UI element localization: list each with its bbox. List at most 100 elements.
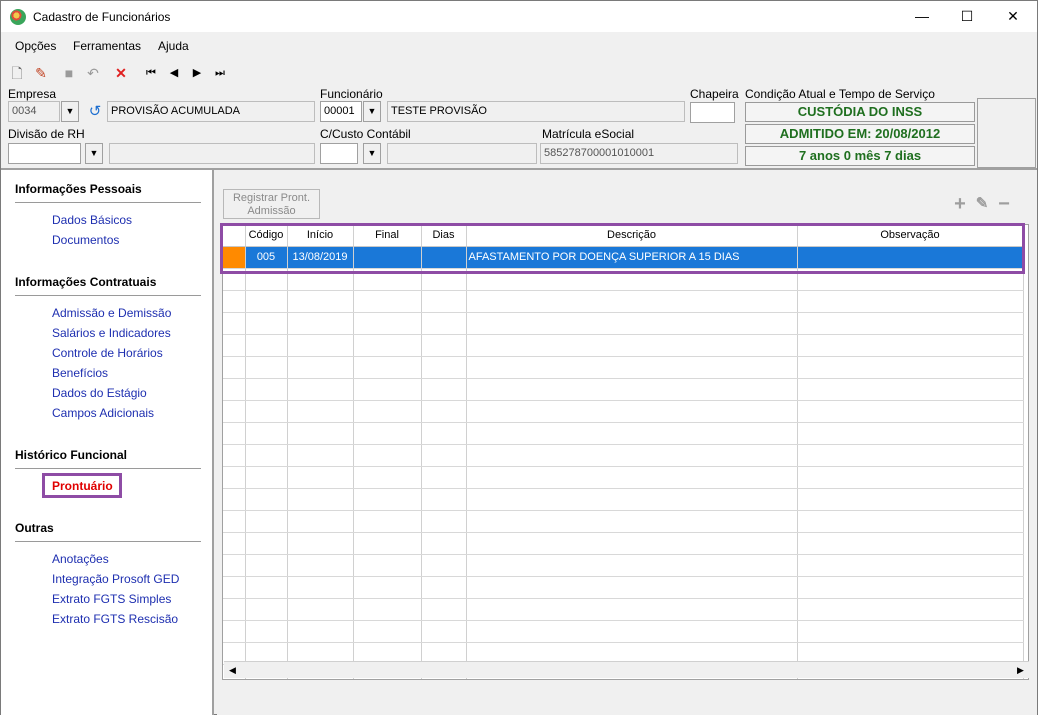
sidebar-item-dados-estagio[interactable]: Dados do Estágio <box>52 386 147 400</box>
empty-cell <box>421 290 467 313</box>
empty-cell <box>223 554 246 577</box>
empty-cell <box>287 598 354 621</box>
empty-cell <box>353 312 422 335</box>
register-prontuario-admissao-button[interactable]: Registrar Pront. Admissão <box>223 189 320 219</box>
matricula-label: Matrícula eSocial <box>542 127 635 141</box>
empty-cell <box>797 334 1024 357</box>
sidebar-item-dados-basicos[interactable]: Dados Básicos <box>52 213 132 227</box>
edit-icon[interactable]: ✎ <box>31 63 51 83</box>
maximize-button[interactable]: ☐ <box>944 1 990 32</box>
empty-row[interactable] <box>223 576 1024 599</box>
app-window: Cadastro de Funcionários — ☐ ✕ Opções Fe… <box>0 0 1038 715</box>
empty-row[interactable] <box>223 510 1024 533</box>
empty-cell <box>466 510 798 533</box>
empty-cell <box>287 312 354 335</box>
empty-cell <box>353 444 422 467</box>
empty-cell <box>466 378 798 401</box>
ccusto-field[interactable] <box>320 143 358 164</box>
sidebar-item-campos-adicionais[interactable]: Campos Adicionais <box>52 406 154 420</box>
empty-cell <box>797 312 1024 335</box>
empty-row[interactable] <box>223 532 1024 555</box>
empty-cell <box>797 290 1024 313</box>
menu-opcoes[interactable]: Opções <box>15 39 56 53</box>
previous-record-icon[interactable]: ◀ <box>164 63 184 83</box>
sidebar-item-salarios-indicadores[interactable]: Salários e Indicadores <box>52 326 171 340</box>
ccusto-label: C/Custo Contábil <box>320 127 411 141</box>
empty-cell <box>223 598 246 621</box>
empty-cell <box>466 598 798 621</box>
empty-cell <box>797 532 1024 555</box>
empty-cell <box>245 576 288 599</box>
close-button[interactable]: ✕ <box>990 1 1036 32</box>
funcionario-label: Funcionário <box>320 87 383 101</box>
funcionario-code-field[interactable]: 00001 <box>320 101 362 122</box>
empty-cell <box>223 334 246 357</box>
menu-ferramentas[interactable]: Ferramentas <box>73 39 141 53</box>
last-record-icon[interactable]: ⏭ <box>210 63 230 83</box>
empty-row[interactable] <box>223 400 1024 423</box>
sidebar-item-documentos[interactable]: Documentos <box>52 233 119 247</box>
menu-ajuda[interactable]: Ajuda <box>158 39 189 53</box>
sidebar-item-admissao-demissao[interactable]: Admissão e Demissão <box>52 306 171 320</box>
scroll-right-icon[interactable]: ▶ <box>1012 662 1029 679</box>
divisao-field[interactable] <box>8 143 81 164</box>
ccusto-dropdown-button[interactable]: ▼ <box>363 143 381 164</box>
empty-cell <box>466 312 798 335</box>
sidebar-item-integracao-ged[interactable]: Integração Prosoft GED <box>52 572 179 586</box>
horizontal-scrollbar[interactable]: ◀ ▶ <box>224 661 1029 678</box>
empty-cell <box>421 488 467 511</box>
sidebar-item-prontuario[interactable]: Prontuário <box>52 479 113 493</box>
empty-cell <box>353 576 422 599</box>
empty-row[interactable] <box>223 444 1024 467</box>
funcionario-dropdown-button[interactable]: ▼ <box>363 101 381 122</box>
first-record-icon[interactable]: ⏮ <box>141 63 161 83</box>
minimize-button[interactable]: — <box>899 1 945 32</box>
empty-cell <box>797 444 1024 467</box>
empty-cell <box>421 334 467 357</box>
empty-cell <box>287 378 354 401</box>
empty-cell <box>287 576 354 599</box>
empty-cell <box>287 510 354 533</box>
empty-row[interactable] <box>223 290 1024 313</box>
delete-icon[interactable]: ✕ <box>111 63 131 83</box>
empty-cell <box>353 488 422 511</box>
sidebar-item-extrato-fgts-simples[interactable]: Extrato FGTS Simples <box>52 592 171 606</box>
empty-row[interactable] <box>223 488 1024 511</box>
save-icon[interactable]: ■ <box>59 63 79 83</box>
sidebar-item-extrato-fgts-rescisao[interactable]: Extrato FGTS Rescisão <box>52 612 178 626</box>
empty-row[interactable] <box>223 334 1024 357</box>
chapeira-field[interactable] <box>690 102 735 123</box>
empty-row[interactable] <box>223 598 1024 621</box>
remove-icon[interactable]: − <box>995 194 1013 214</box>
new-document-icon[interactable]: 🗋 <box>7 63 27 83</box>
add-icon[interactable]: + <box>951 194 969 214</box>
lookup-arrow-icon[interactable]: ↺ <box>85 102 105 122</box>
empty-row[interactable] <box>223 466 1024 489</box>
empty-cell <box>797 488 1024 511</box>
empty-row[interactable] <box>223 378 1024 401</box>
empresa-code-field[interactable]: 0034 <box>8 101 60 122</box>
empty-row[interactable] <box>223 554 1024 577</box>
empty-row[interactable] <box>223 312 1024 335</box>
empty-row[interactable] <box>223 356 1024 379</box>
empty-cell <box>421 598 467 621</box>
edit-record-icon[interactable]: ✎ <box>973 195 991 213</box>
scroll-left-icon[interactable]: ◀ <box>224 662 241 679</box>
sidebar-item-beneficios[interactable]: Benefícios <box>52 366 108 380</box>
empty-cell <box>245 510 288 533</box>
sidebar-item-anotacoes[interactable]: Anotações <box>52 552 109 566</box>
empresa-dropdown-button[interactable]: ▼ <box>61 101 79 122</box>
sidebar-item-controle-horarios[interactable]: Controle de Horários <box>52 346 163 360</box>
section-divider <box>15 202 201 203</box>
app-icon <box>10 9 26 25</box>
empty-row[interactable] <box>223 620 1024 643</box>
empty-cell <box>797 400 1024 423</box>
divisao-dropdown-button[interactable]: ▼ <box>85 143 103 164</box>
empty-row[interactable] <box>223 422 1024 445</box>
empty-cell <box>797 620 1024 643</box>
next-record-icon[interactable]: ▶ <box>187 63 207 83</box>
empty-cell <box>287 290 354 313</box>
status-tempo-servico: 7 anos 0 mês 7 dias <box>745 146 975 166</box>
prontuario-grid: Código Início Final Dias Descrição Obser… <box>222 224 1029 680</box>
undo-icon[interactable]: ↶ <box>83 63 103 83</box>
